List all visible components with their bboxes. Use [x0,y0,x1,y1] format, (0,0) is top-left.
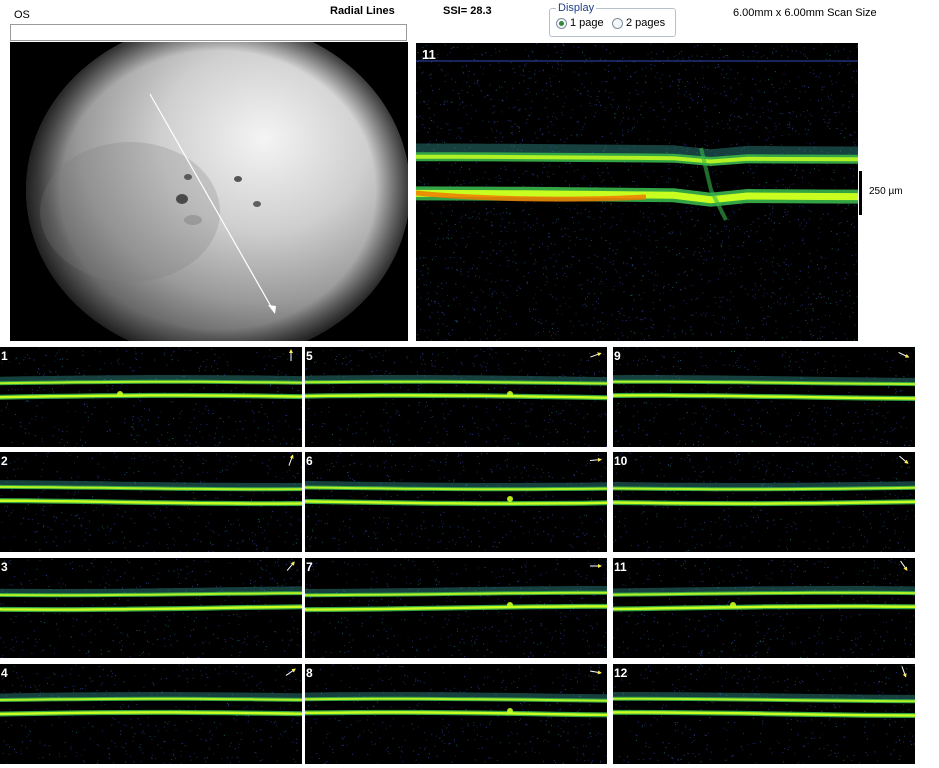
fundus-spot [184,215,202,225]
bscan-thumbnail[interactable]: 8 [305,664,607,764]
thumbnail-scan-number: 1 [1,349,8,363]
arrow-right-icon [590,670,602,675]
nerve-fiber-layer [0,586,302,594]
arrow-down-right-icon [901,666,907,678]
bscan-thumbnail-image [305,347,607,447]
lesion-spot [117,391,123,397]
nerve-fiber-layer [0,692,302,699]
bscan-thumbnail[interactable]: 1 [0,347,302,447]
arrow-down-right-icon [900,560,908,571]
thumbnail-scan-number: 11 [614,560,627,574]
nerve-fiber-layer [613,586,915,594]
radio-2-pages-label: 2 pages [626,17,666,29]
fundus-spot [253,201,261,207]
display-legend: Display [556,2,597,14]
bscan-thumbnail-image [613,664,915,764]
bscan-thumbnail-image [613,347,915,447]
thumbnail-scan-number: 10 [614,454,628,468]
fundus-spot [234,176,242,182]
radio-unselected-icon [612,17,623,29]
bscan-thumbnail[interactable]: 11 [613,558,915,658]
radio-1-page[interactable]: 1 page [556,17,604,29]
bscan-thumbnail-image [305,664,607,764]
radio-1-page-label: 1 page [570,17,604,29]
bscan-thumbnail[interactable]: 10 [613,452,915,552]
arrow-up-right-icon [590,352,602,358]
bscan-thumbnail[interactable]: 5 [305,347,607,447]
bscan-thumbnail-image [0,452,302,552]
main-scan-number: 11 [422,47,436,62]
bscan-thumbnail[interactable]: 9 [613,347,915,447]
thumbnail-scan-number: 2 [1,454,8,468]
arrow-up-icon [289,349,293,361]
thumbnail-scan-number: 5 [306,349,313,363]
bscan-thumbnail[interactable]: 12 [613,664,915,764]
nerve-fiber-layer [305,375,607,383]
bscan-thumbnail[interactable]: 4 [0,664,302,764]
scale-bar-label: 250 µm [869,186,903,197]
bscan-thumbnail-image [305,452,607,552]
bscan-thumbnail-image [0,664,302,764]
nerve-fiber-layer [305,480,607,488]
thumbnail-scan-number: 9 [614,349,621,363]
lesion-spot [507,391,513,397]
arrow-down-right-icon [899,455,909,464]
arrow-right-icon [590,564,602,568]
bscan-thumbnail[interactable]: 2 [0,452,302,552]
scale-bar [859,171,862,215]
arrow-up-right-icon [288,454,294,466]
thumbnail-scan-number: 6 [306,454,313,468]
bscan-thumbnail[interactable]: 7 [305,558,607,658]
nerve-fiber-layer [305,692,607,700]
radio-selected-icon [556,17,567,29]
bscan-thumbnail-image [613,452,915,552]
lesion-spot [507,602,513,608]
thumbnail-scan-number: 4 [1,666,8,680]
bscan-thumbnail-image [305,558,607,658]
main-bscan-image[interactable]: 11 [416,43,858,341]
fundus-image[interactable] [10,42,408,341]
bscan-thumbnail-image [613,558,915,658]
scan-size-label: 6.00mm x 6.00mm Scan Size [733,7,877,19]
signal-strength-index: SSI= 28.3 [443,5,492,17]
arrow-up-right-icon [286,561,295,571]
bscan-thumbnail-image [0,347,302,447]
fundus-spot [176,194,188,204]
thumbnail-scan-number: 3 [1,560,8,574]
lesion-spot [507,496,513,502]
eye-label: OS [14,9,30,21]
scan-type-title: Radial Lines [330,5,395,17]
nerve-fiber-layer [0,480,302,488]
radio-2-pages[interactable]: 2 pages [612,17,665,29]
lesion-spot [730,602,736,608]
lesion-spot [507,708,513,714]
nerve-fiber-layer [613,481,915,488]
arrow-right-icon [589,457,602,462]
arrow-down-right-icon [898,352,910,358]
thumbnail-scan-number: 7 [306,560,313,574]
nerve-fiber-layer [0,375,302,382]
bscan-thumbnail-image [0,558,302,658]
fundus-toolbar [10,24,407,41]
thumbnail-scan-number: 12 [614,666,628,680]
fundus-spot [184,174,192,180]
arrow-up-right-icon [285,668,296,676]
thumbnail-scan-number: 8 [306,666,313,680]
bscan-thumbnail[interactable]: 6 [305,452,607,552]
bscan-thumbnail[interactable]: 3 [0,558,302,658]
display-options-group: Display 1 page 2 pages [549,2,676,37]
